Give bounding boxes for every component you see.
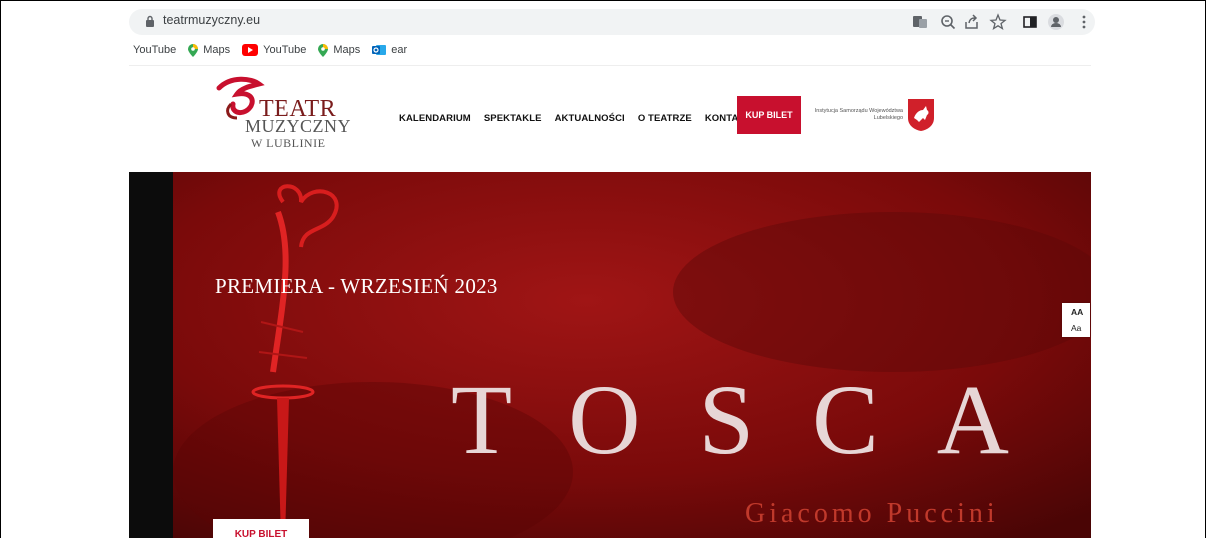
side-panel-icon[interactable] (1021, 13, 1039, 31)
premiere-date: PREMIERA - WRZESIEŃ 2023 (215, 274, 498, 298)
site-header: TEATR MUZYCZNY W LUBLINIE KALENDARIUM SP… (129, 65, 1091, 173)
bookmark-label: Maps (203, 44, 231, 56)
logo-text-w-lublinie: W LUBLINIE (251, 136, 326, 150)
zoom-icon[interactable] (939, 13, 957, 31)
nav-spektakle[interactable]: SPEKTAKLE (484, 113, 542, 124)
show-title: TOSCA (451, 364, 1068, 475)
share-icon[interactable] (963, 13, 981, 31)
browser-window: teatrmuzyczny.eu YouTube Maps YouTube Ma… (0, 0, 1206, 538)
menu-kebab-icon[interactable] (1075, 13, 1093, 31)
outlook-icon (372, 45, 387, 55)
bookmark-youtube-2[interactable]: YouTube (242, 44, 306, 56)
font-size-small-button[interactable]: Aa (1071, 323, 1081, 333)
buy-ticket-hero-button[interactable]: KUP BILET (213, 519, 309, 538)
bookmark-outlook[interactable]: ear (372, 44, 407, 56)
bookmark-maps-2[interactable]: Maps (318, 43, 361, 57)
font-size-widget: AA Aa (1062, 303, 1090, 337)
url-text[interactable]: teatrmuzyczny.eu (163, 13, 260, 27)
coat-of-arms-icon[interactable] (907, 98, 935, 132)
bookmark-label: YouTube (133, 44, 177, 56)
bookmark-label: ear (391, 44, 408, 56)
composer-name: Giacomo Puccini (745, 498, 999, 529)
hero-banner: PREMIERA - WRZESIEŃ 2023 TOSCA Giacomo P… (129, 172, 1091, 538)
bookmarks-bar: YouTube Maps YouTube Maps ear (133, 41, 419, 59)
profile-avatar-icon[interactable] (1047, 13, 1065, 31)
nav-kalendarium[interactable]: KALENDARIUM (399, 113, 471, 124)
bookmark-label: YouTube (263, 44, 307, 56)
bookmark-label: Maps (333, 44, 361, 56)
youtube-icon (242, 44, 259, 56)
bookmark-maps-1[interactable]: Maps (188, 43, 231, 57)
maps-pin-icon (188, 43, 199, 57)
hero-background-art (173, 172, 1091, 538)
institution-label: Instytucja Samorządu Województwa Lubelsk… (814, 108, 903, 121)
lock-icon (146, 15, 154, 27)
star-icon[interactable] (989, 13, 1007, 31)
bookmark-youtube-1[interactable]: YouTube (133, 44, 176, 56)
translate-icon[interactable] (911, 13, 929, 31)
font-size-large-button[interactable]: AA (1071, 307, 1083, 317)
nav-o-teatrze[interactable]: O TEATRZE (638, 113, 692, 124)
logo-text-muzyczny: MUZYCZNY (245, 116, 351, 136)
maps-pin-icon (318, 43, 329, 57)
hero-side-strip (129, 172, 173, 538)
buy-ticket-nav-button[interactable]: KUP BILET (737, 96, 805, 134)
nav-aktualnosci[interactable]: AKTUALNOŚCI (555, 113, 625, 124)
main-nav: KALENDARIUM SPEKTAKLE AKTUALNOŚCI O TEAT… (399, 103, 764, 133)
